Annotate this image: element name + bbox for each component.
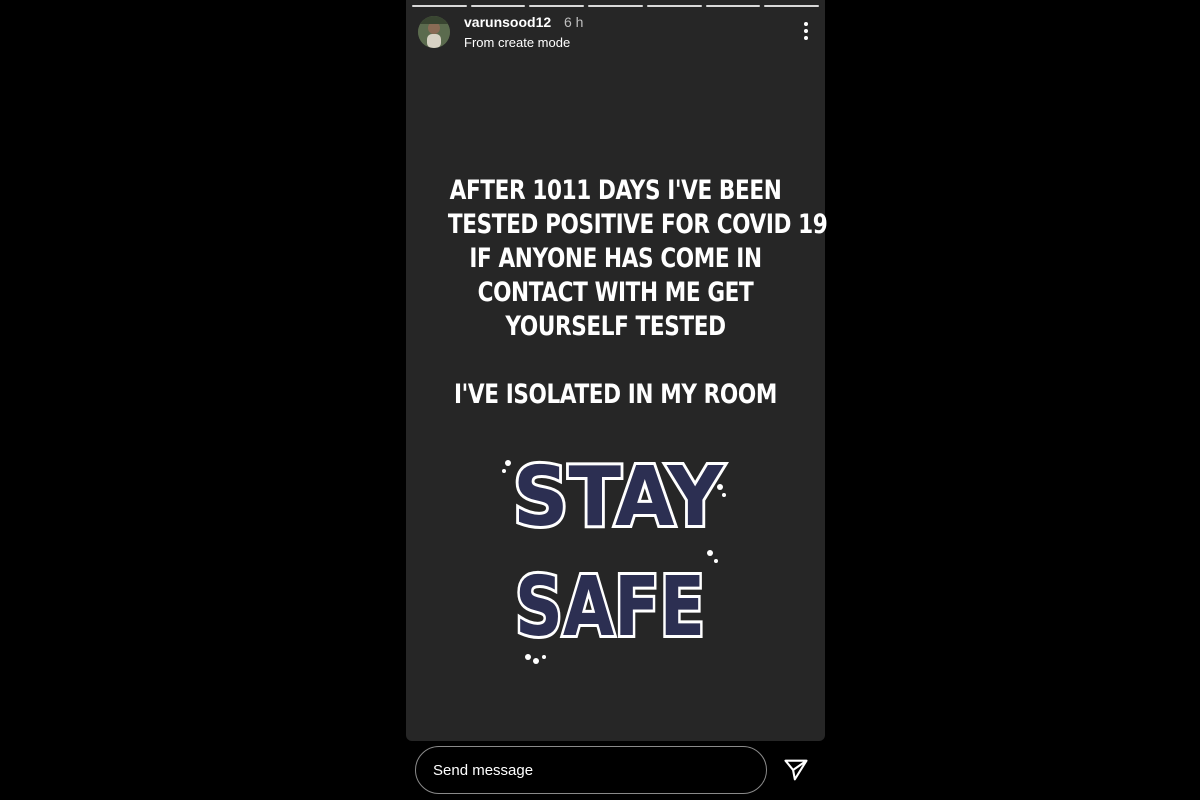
sticker-word-stay: STAY xyxy=(513,450,725,545)
story-text-line: TESTED POSITIVE FOR COVID 19 xyxy=(447,209,828,240)
avatar-image xyxy=(418,16,450,48)
story-subline: From create mode xyxy=(464,35,571,50)
progress-segment xyxy=(705,5,761,7)
story-text-line: IF ANYONE HAS COME IN xyxy=(469,243,762,274)
stay-safe-sticker: STAY SAFE xyxy=(502,447,728,664)
kebab-dot xyxy=(804,22,808,26)
kebab-dot xyxy=(804,29,808,33)
progress-segment xyxy=(764,5,820,7)
sticker-word-safe: SAFE xyxy=(515,560,705,655)
isolation-text: I'VE ISOLATED IN MY ROOM xyxy=(454,379,777,410)
send-button[interactable] xyxy=(782,756,810,784)
paper-plane-icon xyxy=(784,759,808,781)
story-progress xyxy=(412,5,820,7)
story-username[interactable]: varunsood12 xyxy=(464,14,551,30)
story-viewer[interactable]: varunsood12 6 h From create mode AFTER 1… xyxy=(406,0,828,741)
story-text-line: CONTACT WITH ME GET xyxy=(477,277,754,308)
kebab-dot xyxy=(804,36,808,40)
progress-segment xyxy=(470,5,526,7)
story-time: 6 h xyxy=(564,14,584,30)
story-text-line: AFTER 1011 DAYS I'VE BEEN xyxy=(449,175,782,206)
avatar[interactable] xyxy=(418,16,450,48)
send-message-bar[interactable] xyxy=(415,746,767,794)
story-text-line: YOURSELF TESTED xyxy=(505,311,726,342)
kebab-icon[interactable] xyxy=(803,22,809,40)
progress-segment xyxy=(646,5,702,7)
progress-segment xyxy=(529,5,585,7)
progress-segment xyxy=(412,5,467,7)
story-text: AFTER 1011 DAYS I'VE BEEN TESTED POSITIV… xyxy=(406,174,828,412)
send-message-input[interactable] xyxy=(431,760,735,780)
progress-segment xyxy=(588,5,643,7)
